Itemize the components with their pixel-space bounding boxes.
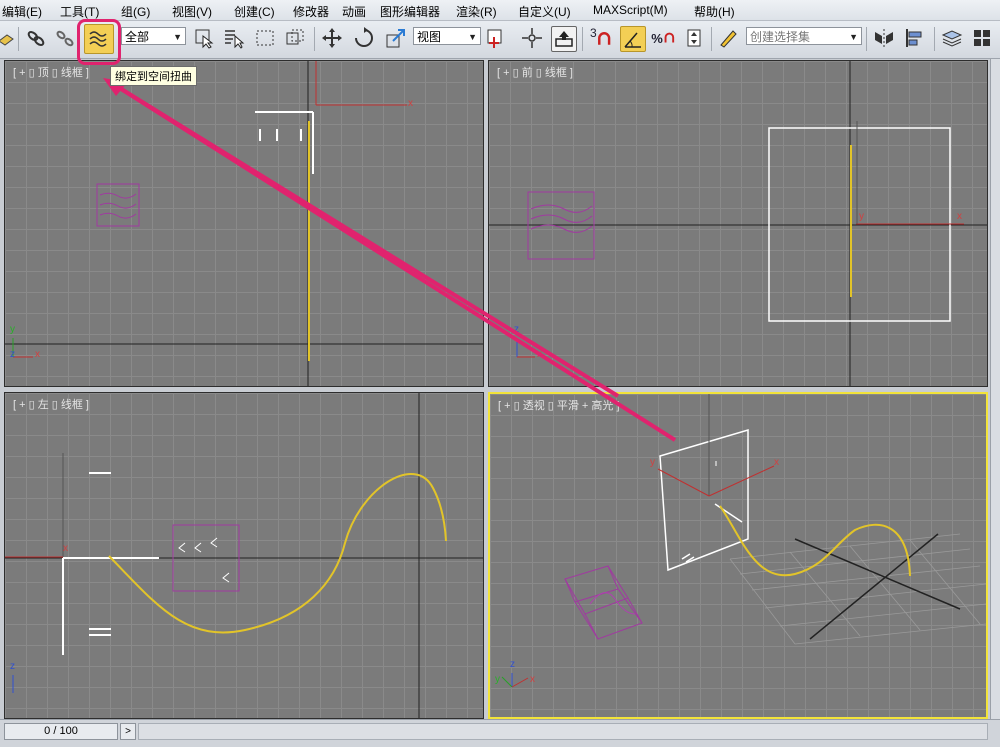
tooltip: 绑定到空间扭曲 bbox=[110, 66, 197, 86]
highlight-box bbox=[77, 19, 121, 65]
annotation-arrows bbox=[103, 78, 677, 442]
